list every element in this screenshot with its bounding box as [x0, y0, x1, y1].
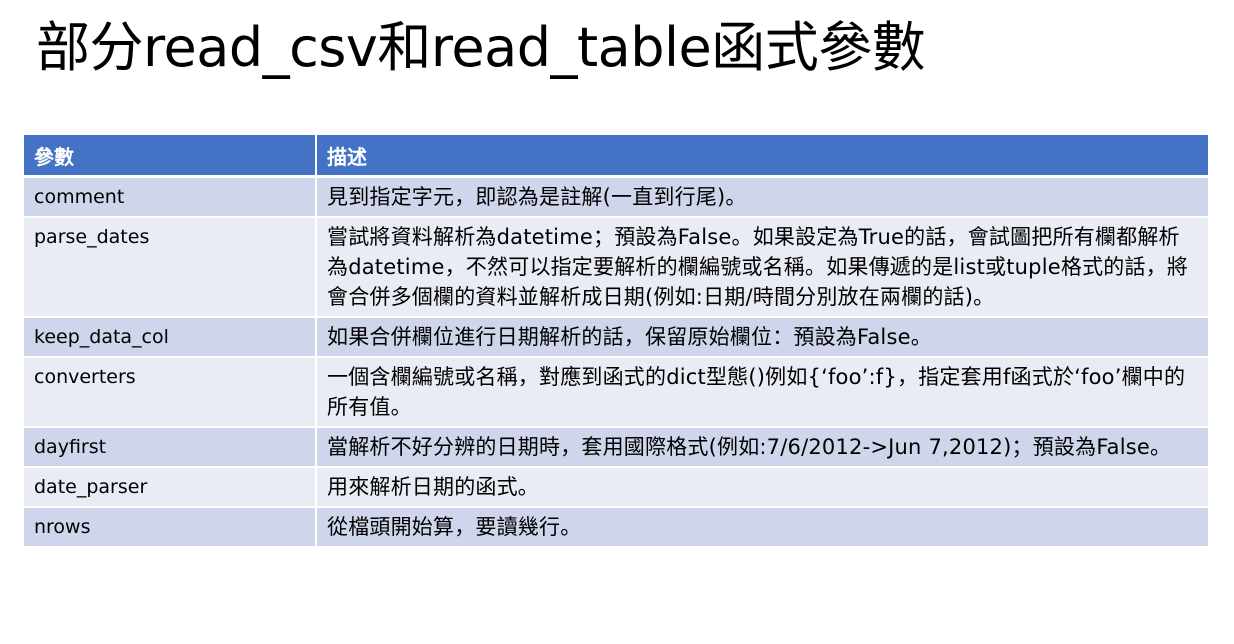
column-header-parameter: 參數 [24, 135, 317, 178]
param-description: 從檔頭開始算，要讀幾行。 [316, 507, 1210, 548]
slide-title: 部分read_csv和read_table函式參數 [36, 16, 926, 79]
table-row: keep_data_col 如果合併欄位進行日期解析的話，保留原始欄位：預設為F… [24, 317, 1210, 358]
param-name: keep_data_col [24, 317, 317, 358]
table-row: nrows 從檔頭開始算，要讀幾行。 [24, 507, 1210, 548]
param-name: nrows [24, 507, 317, 548]
param-description: 如果合併欄位進行日期解析的話，保留原始欄位：預設為False。 [316, 317, 1210, 358]
param-name: converters [24, 357, 317, 428]
table-row: dayfirst 當解析不好分辨的日期時，套用國際格式(例如:7/6/2012-… [24, 427, 1210, 468]
param-description: 見到指定字元，即認為是註解(一直到行尾)。 [316, 176, 1210, 218]
param-name: comment [24, 176, 317, 218]
param-description: 當解析不好分辨的日期時，套用國際格式(例如:7/6/2012->Jun 7,20… [316, 427, 1210, 468]
table-row: parse_dates 嘗試將資料解析為datetime；預設為False。如果… [24, 217, 1210, 318]
param-name: parse_dates [24, 217, 317, 318]
table-header-row: 參數 描述 [24, 135, 1210, 178]
param-description: 嘗試將資料解析為datetime；預設為False。如果設定為True的話，會試… [316, 217, 1210, 318]
parameters-table: 參數 描述 comment 見到指定字元，即認為是註解(一直到行尾)。 pars… [24, 135, 1210, 548]
table-row: comment 見到指定字元，即認為是註解(一直到行尾)。 [24, 176, 1210, 218]
param-description: 一個含欄編號或名稱，對應到函式的dict型態()例如{‘foo’:f}，指定套用… [316, 357, 1210, 428]
param-name: date_parser [24, 467, 317, 508]
table-row: converters 一個含欄編號或名稱，對應到函式的dict型態()例如{‘f… [24, 357, 1210, 428]
param-name: dayfirst [24, 427, 317, 468]
column-header-description: 描述 [316, 135, 1210, 178]
param-description: 用來解析日期的函式。 [316, 467, 1210, 508]
table-row: date_parser 用來解析日期的函式。 [24, 467, 1210, 508]
